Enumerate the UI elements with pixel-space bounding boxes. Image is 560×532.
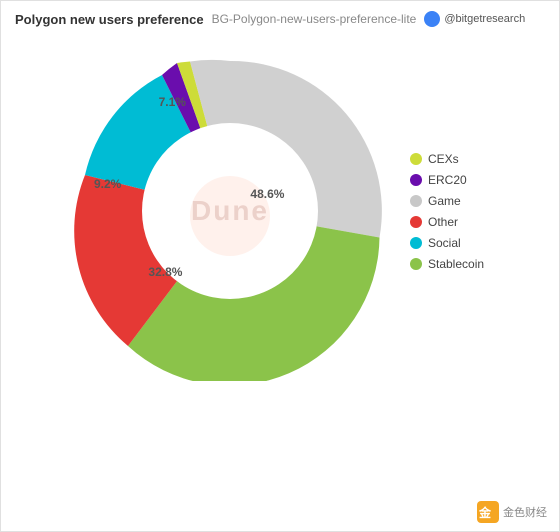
legend-label-social: Social	[428, 236, 461, 250]
chart-legend: CEXs ERC20 Game Other Social Stablecoin	[400, 152, 500, 271]
legend-item-social: Social	[410, 236, 500, 250]
legend-item-stablecoin: Stablecoin	[410, 257, 500, 271]
chart-header: Polygon new users preference BG-Polygon-…	[1, 1, 559, 31]
footer: 金 金色财经	[477, 501, 547, 523]
legend-item-game: Game	[410, 194, 500, 208]
chart-subtitle: BG-Polygon-new-users-preference-lite	[212, 12, 417, 26]
chart-container: Polygon new users preference BG-Polygon-…	[0, 0, 560, 532]
legend-label-cexs: CEXs	[428, 152, 459, 166]
legend-item-cexs: CEXs	[410, 152, 500, 166]
footer-text: 金色财经	[503, 504, 547, 520]
chart-title: Polygon new users preference	[15, 12, 204, 27]
svg-text:金: 金	[478, 505, 492, 520]
legend-color-erc20	[410, 174, 422, 186]
dune-dot-icon	[424, 11, 440, 27]
legend-label-stablecoin: Stablecoin	[428, 257, 484, 271]
legend-item-erc20: ERC20	[410, 173, 500, 187]
dune-badge: @bitgetresearch	[424, 11, 525, 27]
legend-color-other	[410, 216, 422, 228]
account-label: @bitgetresearch	[444, 13, 525, 25]
legend-item-other: Other	[410, 215, 500, 229]
legend-color-stablecoin	[410, 258, 422, 270]
donut-chart: Dune 48.6% 32.8% 9.2% 7.1%	[60, 41, 400, 381]
legend-label-game: Game	[428, 194, 461, 208]
chart-area: Dune 48.6% 32.8% 9.2% 7.1% CEXs ERC20 Game…	[1, 31, 559, 391]
legend-color-game	[410, 195, 422, 207]
legend-color-social	[410, 237, 422, 249]
legend-color-cexs	[410, 153, 422, 165]
legend-label-other: Other	[428, 215, 458, 229]
jinse-icon: 金	[477, 501, 499, 523]
legend-label-erc20: ERC20	[428, 173, 467, 187]
donut-svg	[60, 41, 400, 381]
